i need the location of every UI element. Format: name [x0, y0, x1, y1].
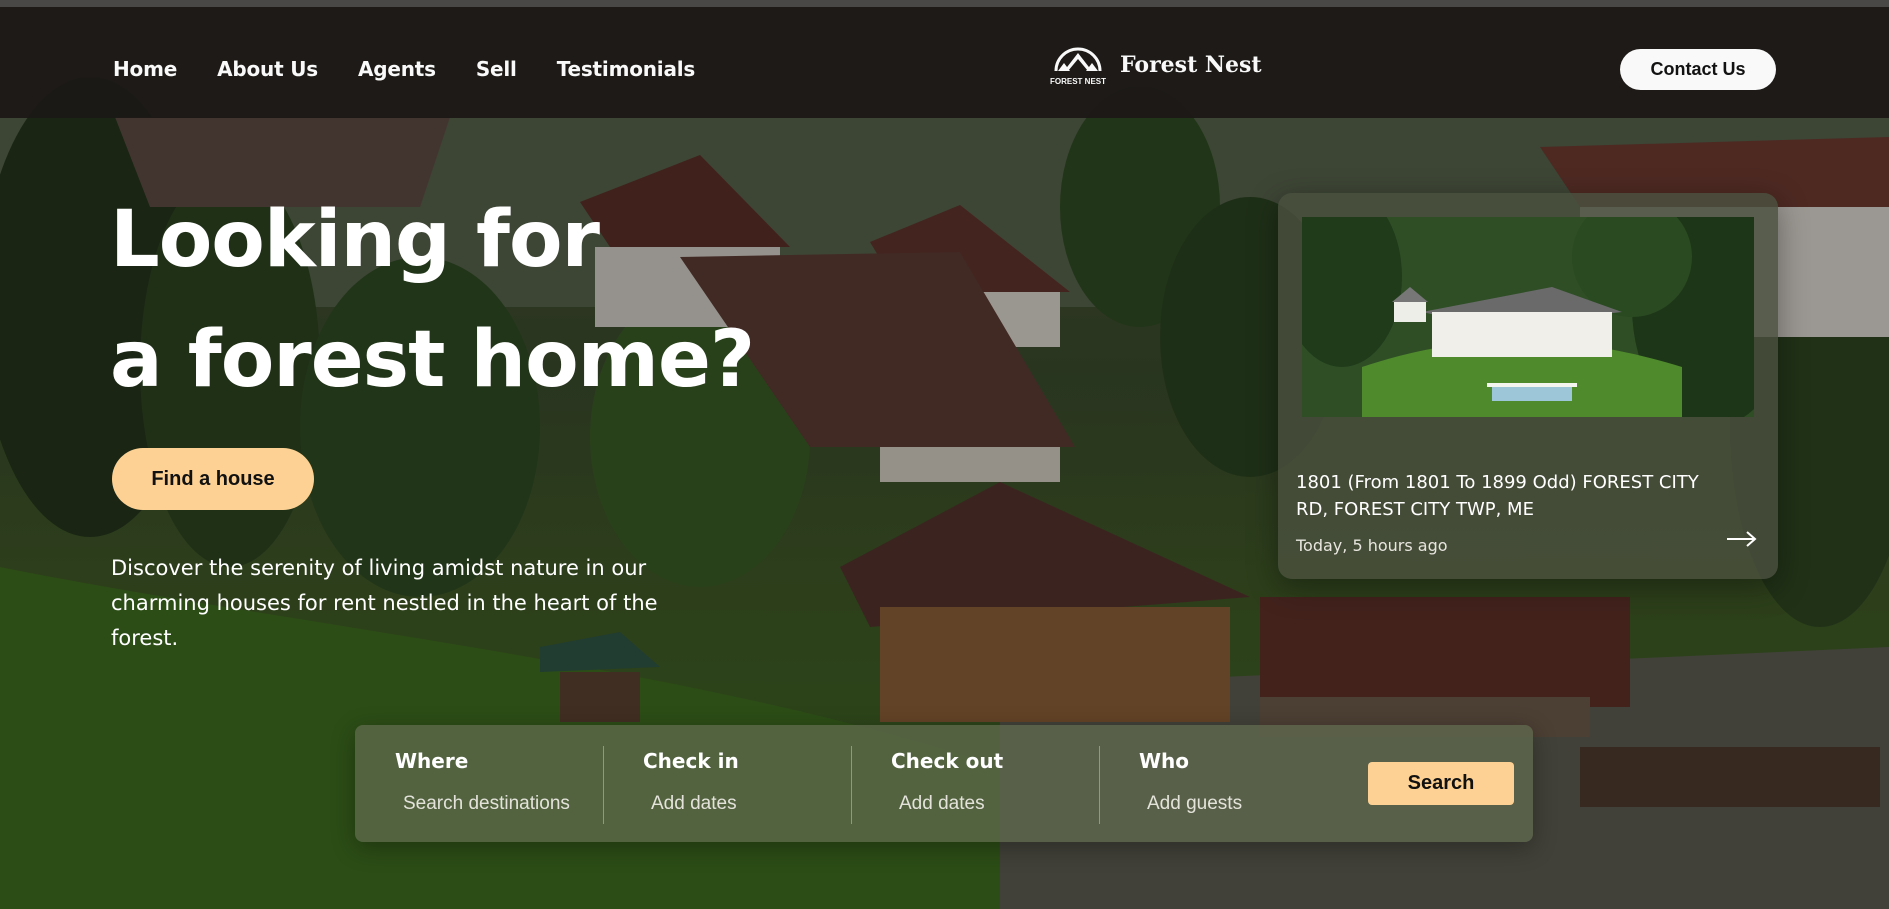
check-in-input[interactable] — [643, 789, 839, 819]
search-field-where: Where — [355, 725, 603, 842]
where-input[interactable] — [395, 789, 591, 819]
listing-time: Today, 5 hours ago — [1296, 536, 1448, 555]
who-input[interactable] — [1139, 789, 1335, 819]
contact-us-button[interactable]: Contact Us — [1620, 49, 1776, 90]
find-a-house-button[interactable]: Find a house — [112, 448, 314, 510]
hero-description: Discover the serenity of living amidst n… — [111, 556, 658, 650]
hero-headline-line-2: a forest home? — [110, 315, 755, 405]
search-bar: Where Check in Check out Who Search — [355, 725, 1533, 842]
nav-link-sell[interactable]: Sell — [476, 57, 517, 81]
check-out-input[interactable] — [891, 789, 1087, 819]
nav-link-agents[interactable]: Agents — [358, 57, 436, 81]
arrow-right-icon[interactable] — [1725, 529, 1759, 549]
hero-headline-line-1: Looking for — [110, 195, 600, 285]
nav-link-testimonials[interactable]: Testimonials — [557, 57, 696, 81]
where-label: Where — [395, 749, 469, 773]
logo-wordmark: FOREST NEST — [1050, 77, 1106, 86]
forest-nest-logo-icon: FOREST NEST — [1050, 47, 1106, 86]
brand-name: Forest Nest — [1120, 52, 1262, 78]
check-out-label: Check out — [891, 749, 1004, 773]
search-field-who: Who — [1099, 725, 1347, 842]
search-field-check-in: Check in — [603, 725, 851, 842]
who-label: Who — [1139, 749, 1190, 773]
top-navbar: Home About Us Agents Sell Testimonials F… — [0, 7, 1889, 118]
nav-links: Home About Us Agents Sell Testimonials — [113, 57, 735, 81]
hero-headline: Looking for a forest home? — [110, 180, 755, 420]
nav-link-about-us[interactable]: About Us — [217, 57, 318, 81]
nav-link-home[interactable]: Home — [113, 57, 177, 81]
window-top-border — [0, 0, 1889, 7]
search-button[interactable]: Search — [1368, 762, 1514, 805]
check-in-label: Check in — [643, 749, 739, 773]
search-field-check-out: Check out — [851, 725, 1099, 842]
listing-card[interactable]: 1801 (From 1801 To 1899 Odd) FOREST CITY… — [1278, 193, 1778, 579]
listing-photo — [1302, 217, 1754, 417]
listing-address: 1801 (From 1801 To 1899 Odd) FOREST CITY… — [1296, 472, 1699, 520]
brand[interactable]: FOREST NEST Forest Nest — [1050, 41, 1262, 89]
